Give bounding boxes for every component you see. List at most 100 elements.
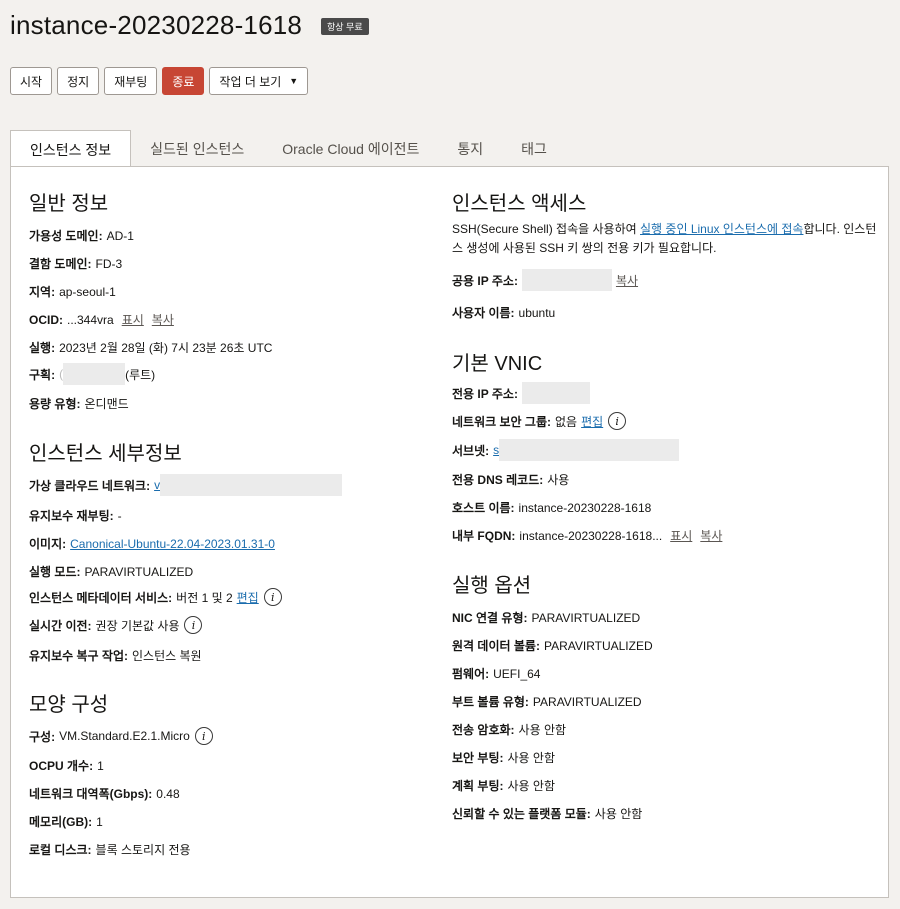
field-value: VM.Standard.E2.1.Micro [59,729,190,743]
boot-volume-row: 부트 볼륨 유형: PARAVIRTUALIZED [452,693,642,710]
tab-bar: 인스턴스 정보 실드된 인스턴스 Oracle Cloud 에이전트 통지 태그 [10,130,566,168]
terminate-button[interactable]: 종료 [162,67,205,95]
access-description: SSH(Secure Shell) 접속을 사용하여 실행 중인 Linux 인… [452,220,877,258]
field-value: ap-seoul-1 [59,284,116,299]
info-icon[interactable]: i [263,588,282,606]
field-label: 공용 IP 주소: [452,273,518,288]
field-value: 1 [96,814,103,829]
field-label: 부트 볼륨 유형: [452,695,529,709]
field-label: 가용성 도메인: [29,229,103,243]
availability-domain-row: 가용성 도메인: AD-1 [29,227,134,244]
field-label: 로컬 디스크: [29,843,92,857]
field-label: 실시간 이전: [29,618,92,633]
field-label: 전용 IP 주소: [452,386,518,401]
field-value: 인스턴스 복원 [132,649,202,663]
measured-boot-row: 계획 부팅: 사용 안함 [452,777,555,794]
field-value: PARAVIRTUALIZED [531,610,641,625]
field-value: AD-1 [106,228,134,243]
copy-ip-link[interactable]: 복사 [616,272,638,289]
maintenance-recovery-row: 유지보수 복구 작업: 인스턴스 복원 [29,647,202,664]
fault-domain-row: 결함 도메인: FD-3 [29,255,122,272]
field-label: 보안 부팅: [452,751,504,765]
info-icon[interactable]: i [184,616,203,634]
tpm-row: 신뢰할 수 있는 플랫폼 모듈: 사용 안함 [452,805,642,822]
field-label: 지역: [29,285,56,299]
field-label: 네트워크 보안 그룹: [452,414,551,429]
general-info-heading: 일반 정보 [29,193,109,215]
nsg-row: 네트워크 보안 그룹: 없음 편집 i [452,412,627,430]
info-icon[interactable]: i [194,727,213,745]
start-button[interactable]: 시작 [10,67,53,95]
maintenance-reboot-row: 유지보수 재부팅: - [29,507,122,524]
field-label: 전용 DNS 레코드: [452,473,544,487]
show-ocid-link[interactable]: 표시 [122,311,144,328]
field-label: 사용자 이름: [452,306,515,320]
field-value-suffix: (루트) [125,367,156,382]
page-title: instance-20230228-1618 [10,10,303,40]
field-value: FD-3 [95,256,123,271]
edit-metadata-link[interactable]: 편집 [237,589,259,606]
field-label: 호스트 이름: [452,501,515,515]
shape-row: 구성: VM.Standard.E2.1.Micro i [29,727,213,745]
ocpu-row: OCPU 개수: 1 [29,757,104,774]
field-value: 사용 안함 [518,723,567,737]
field-label: 전송 암호화: [452,723,515,737]
field-value: 1 [97,758,104,773]
compartment-row: 구획: ( (루트) [29,363,155,385]
capacity-type-row: 용량 유형: 온디맨드 [29,395,129,412]
primary-vnic-heading: 기본 VNIC [452,353,543,375]
field-label: 용량 유형: [29,397,81,411]
live-migration-row: 실시간 이전: 권장 기본값 사용 i [29,616,203,634]
more-actions-button[interactable]: 작업 더 보기 ▼ [209,67,309,95]
remote-volume-row: 원격 데이터 볼륨: PARAVIRTUALIZED [452,637,653,654]
redacted-subnet [499,439,680,461]
stop-button[interactable]: 정지 [57,67,100,95]
info-icon[interactable]: i [608,412,627,430]
field-label: 구성: [29,729,56,744]
field-value: ...344vra [67,312,114,327]
tab-tags[interactable]: 태그 [502,130,566,167]
public-ip-row: 공용 IP 주소: 복사 [452,269,638,291]
tab-shielded-instance[interactable]: 실드된 인스턴스 [131,130,263,167]
field-value: PARAVIRTUALIZED [543,638,653,653]
subnet-row: 서브넷: s [452,439,680,461]
field-label: 네트워크 대역폭(Gbps): [29,787,153,801]
field-label: 계획 부팅: [452,779,504,793]
field-value: 온디맨드 [84,397,129,411]
in-transit-encryption-row: 전송 암호화: 사용 안함 [452,721,566,738]
instance-details-heading: 인스턴스 세부정보 [29,443,182,465]
edit-nsg-link[interactable]: 편집 [581,413,603,430]
tab-oracle-cloud-agent[interactable]: Oracle Cloud 에이전트 [263,130,438,167]
redacted-vcn [160,474,343,496]
show-fqdn-link[interactable]: 표시 [670,527,692,544]
field-value: 없음 [555,414,578,429]
private-ip-row: 전용 IP 주소: [452,382,590,404]
reboot-button[interactable]: 재부팅 [104,67,158,95]
image-link[interactable]: Canonical-Ubuntu-22.04-2023.01.31-0 [70,537,275,551]
connect-linux-link[interactable]: 실행 중인 Linux 인스턴스에 접속 [640,222,803,236]
redacted-compartment [63,363,126,385]
shape-config-heading: 모양 구성 [29,694,109,716]
field-label: 메모리(GB): [29,815,93,829]
field-label: 내부 FQDN: [452,529,516,543]
network-bandwidth-row: 네트워크 대역폭(Gbps): 0.48 [29,785,180,802]
field-value: instance-20230228-1618... [519,528,663,543]
field-value: - [117,508,122,523]
field-label: OCPU 개수: [29,759,94,773]
instance-access-heading: 인스턴스 액세스 [452,193,587,215]
internal-fqdn-row: 내부 FQDN: instance-20230228-1618... 표시 복사 [452,527,722,544]
private-dns-row: 전용 DNS 레코드: 사용 [452,471,569,488]
tab-instance-info[interactable]: 인스턴스 정보 [10,130,132,168]
field-value: 권장 기본값 사용 [95,618,180,633]
field-label: 유지보수 재부팅: [29,509,114,523]
ocid-row: OCID: ...344vra 표시 복사 [29,311,174,328]
region-row: 지역: ap-seoul-1 [29,283,116,300]
tab-notifications[interactable]: 통지 [438,130,502,167]
local-disk-row: 로컬 디스크: 블록 스토리지 전용 [29,841,191,858]
field-label: 신뢰할 수 있는 플랫폼 모듈: [452,807,591,821]
field-value: 0.48 [156,786,180,801]
field-label: 가상 클라우드 네트워크: [29,478,151,493]
copy-fqdn-link[interactable]: 복사 [700,527,722,544]
field-label: 원격 데이터 볼륨: [452,639,540,653]
copy-ocid-link[interactable]: 복사 [152,311,174,328]
